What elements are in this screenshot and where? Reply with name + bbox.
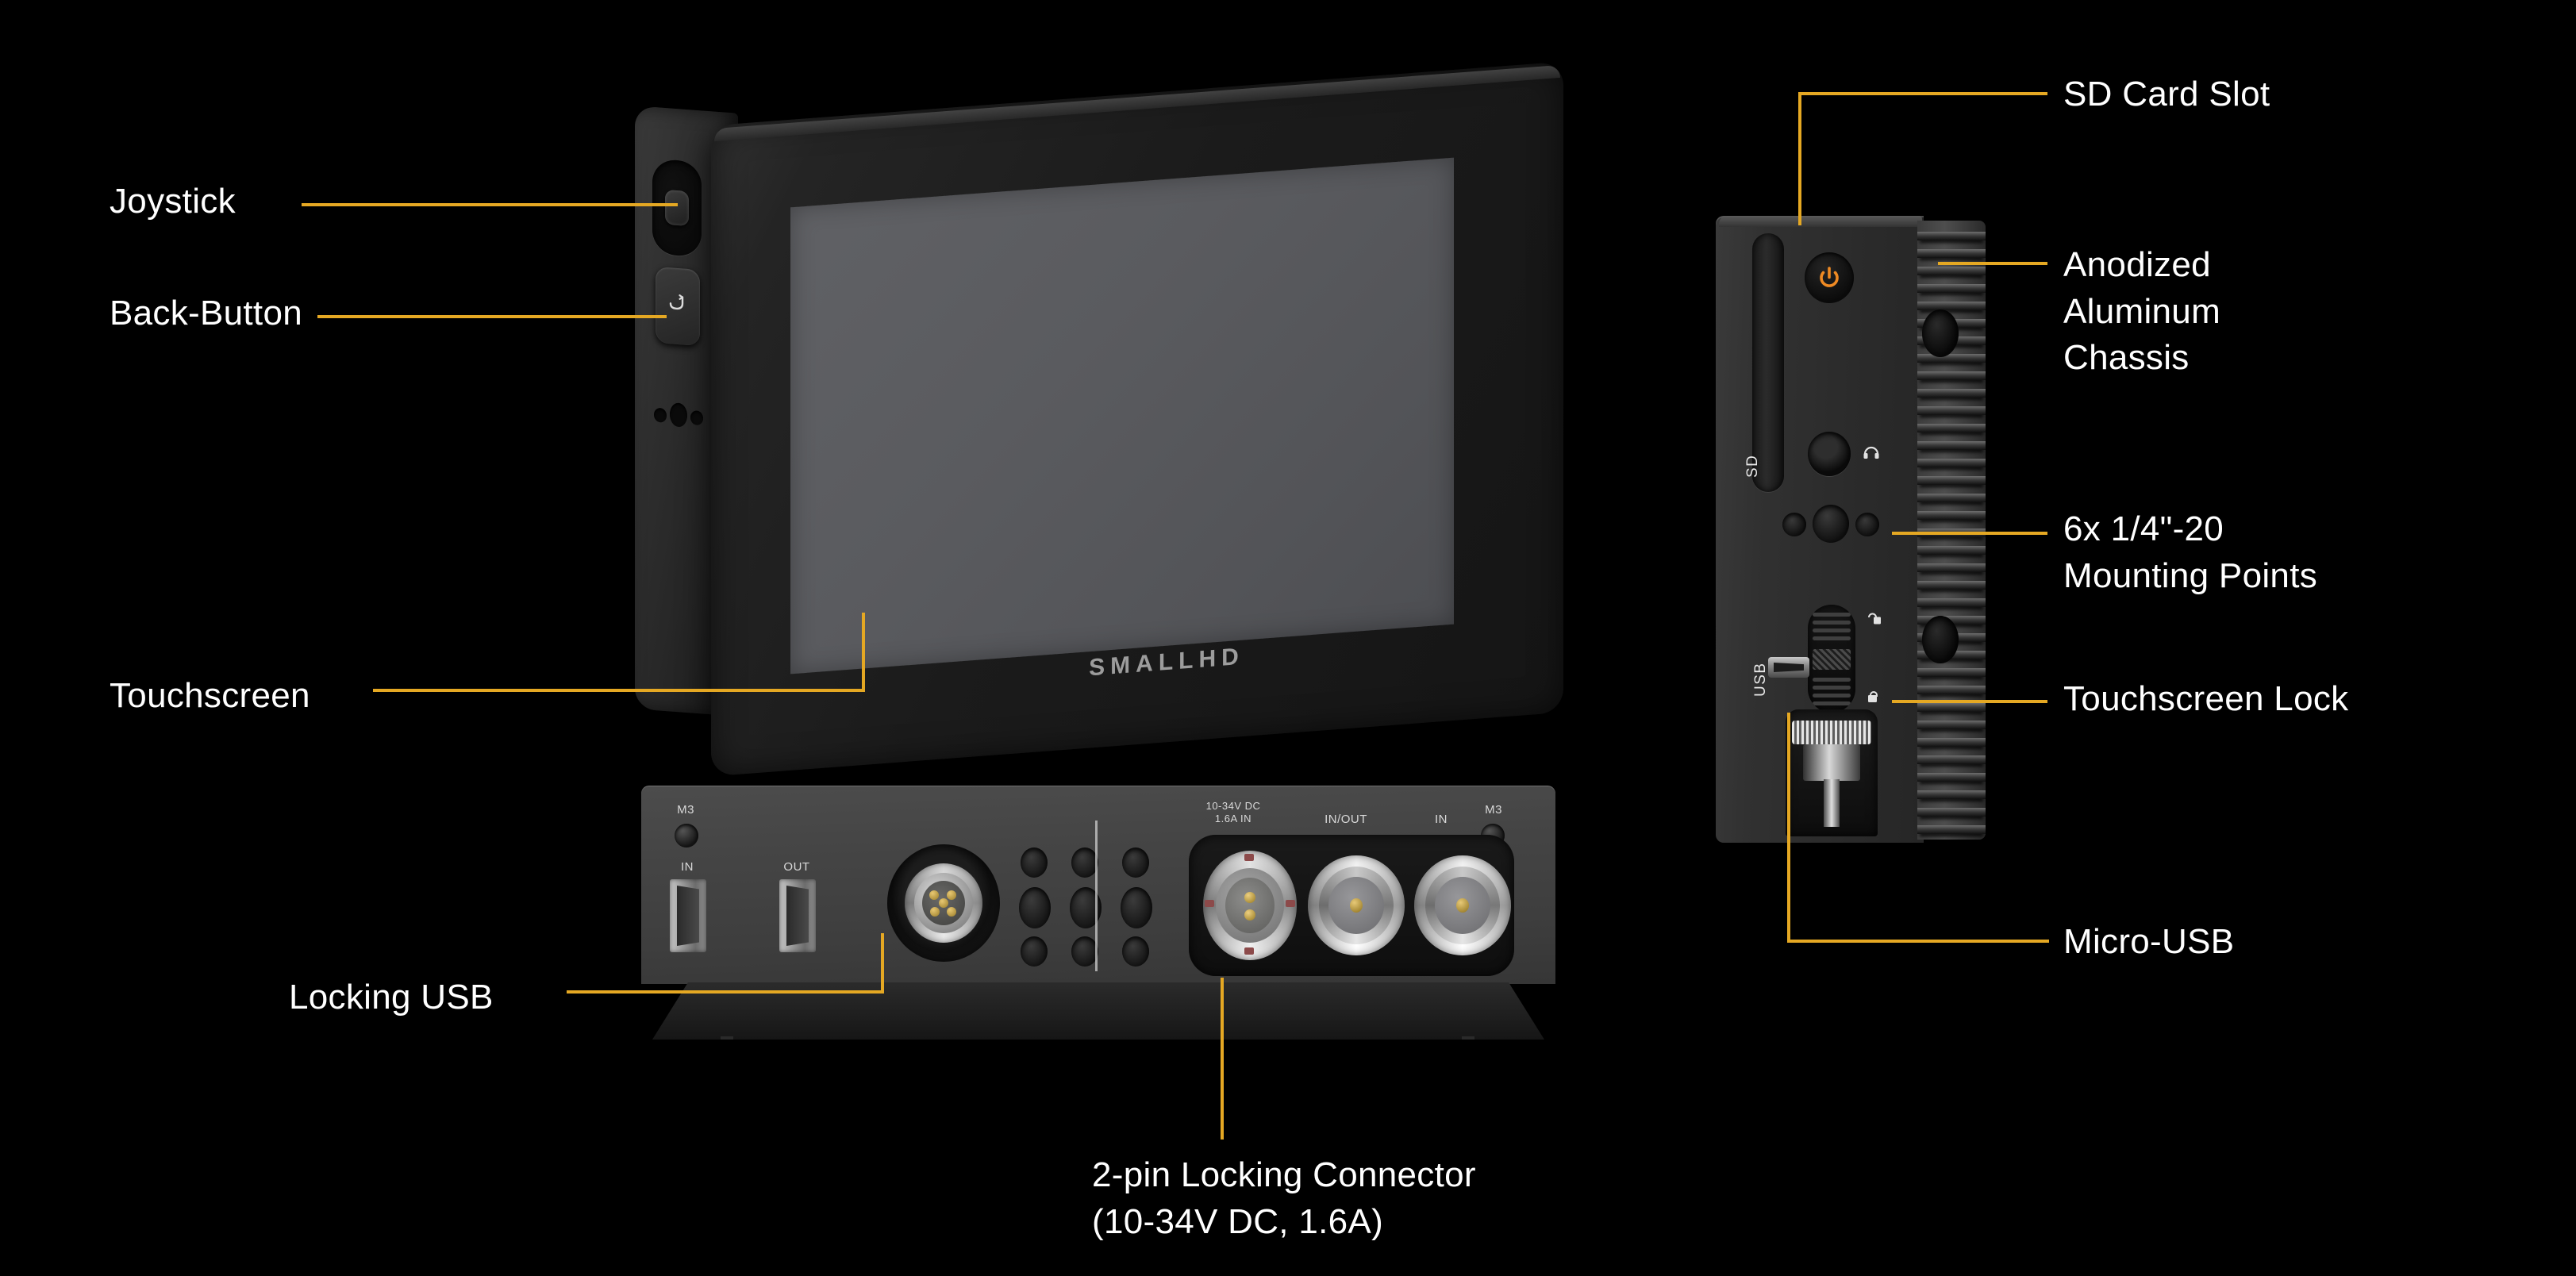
side-panel-top-edge bbox=[1719, 216, 1922, 227]
headphone-jack-icon bbox=[1862, 443, 1881, 464]
sdi-bnc-inout-port[interactable] bbox=[1308, 855, 1405, 955]
leader-line-mounting-points bbox=[1892, 532, 2047, 535]
leader-line-sd-card-slot-v bbox=[1798, 92, 1801, 225]
leader-line-power-connector bbox=[1221, 978, 1224, 1140]
callout-label-back-button: Back-Button bbox=[110, 294, 302, 332]
panel-divider-line bbox=[1095, 821, 1098, 971]
power-icon bbox=[1820, 267, 1839, 287]
callout-label-power-connector: 2-pin Locking Connector (10-34V DC, 1.6A… bbox=[1092, 1155, 1476, 1241]
locking-usb-connector[interactable] bbox=[887, 844, 1000, 962]
headphone-jack[interactable] bbox=[1808, 432, 1851, 476]
monitor-front-view: SMALLHD bbox=[635, 61, 1563, 777]
callout-label-anodized-chassis: Anodized Aluminum Chassis bbox=[2063, 245, 2221, 378]
sd-label: SD bbox=[1744, 454, 1761, 478]
lock-closed-icon bbox=[1865, 687, 1882, 709]
back-arrow-icon bbox=[669, 294, 684, 310]
locking-usb-core bbox=[922, 881, 965, 925]
leader-line-touchscreen-v bbox=[862, 613, 865, 692]
micro-usb-port[interactable] bbox=[1768, 657, 1809, 678]
leader-line-locking-usb-v bbox=[881, 933, 884, 994]
m3-label-left: M3 bbox=[677, 803, 694, 817]
microphone-holes bbox=[654, 400, 705, 431]
leader-line-back-button bbox=[317, 315, 667, 318]
callout-label-sd-card-slot: SD Card Slot bbox=[2063, 75, 2270, 113]
callout-label-touchscreen-lock: Touchscreen Lock bbox=[2063, 679, 2349, 718]
touchscreen-lock-slider[interactable] bbox=[1808, 605, 1855, 713]
callout-label-joystick: Joystick bbox=[110, 182, 236, 221]
power-button[interactable] bbox=[1805, 252, 1854, 303]
m3-label-right: M3 bbox=[1485, 803, 1502, 817]
joystick-button[interactable] bbox=[665, 189, 689, 227]
leader-line-micro-usb-h bbox=[1787, 940, 2049, 943]
monitor-io-panel-view: M3 IN OUT 10-34V DC 1.6A IN IN/OUT IN M3 bbox=[641, 786, 1555, 1040]
hdmi-in-label: IN bbox=[681, 860, 694, 874]
power-and-sdi-cluster bbox=[1189, 835, 1514, 976]
leader-line-anodized-chassis bbox=[1938, 262, 2047, 265]
io-panel-face: M3 IN OUT 10-34V DC 1.6A IN IN/OUT IN M3 bbox=[641, 786, 1555, 984]
lock-open-icon bbox=[1865, 609, 1882, 631]
leader-line-locking-usb-h bbox=[567, 990, 884, 994]
two-pin-locking-power-connector[interactable] bbox=[1203, 851, 1297, 960]
callout-label-touchscreen: Touchscreen bbox=[110, 676, 310, 715]
usb-label: USB bbox=[1752, 662, 1769, 697]
product-diagram: SMALLHD M3 IN OUT 10-34V DC 1.6A IN IN/O… bbox=[0, 0, 2576, 1276]
side-mounting-hole-top bbox=[1922, 309, 1959, 357]
callout-label-micro-usb: Micro-USB bbox=[2063, 922, 2235, 961]
leader-line-touchscreen-lock bbox=[1892, 700, 2047, 703]
sdi-inout-label: IN/OUT bbox=[1325, 813, 1367, 826]
touchscreen-display[interactable] bbox=[790, 157, 1454, 675]
callout-label-mounting-points: 6x 1/4"-20 Mounting Points bbox=[2063, 509, 2318, 595]
quarter-twenty-mounting-points bbox=[1782, 503, 1881, 544]
hdmi-out-label: OUT bbox=[783, 860, 810, 874]
thumbscrew-mount[interactable] bbox=[1786, 709, 1878, 836]
sdi-bnc-in-port[interactable] bbox=[1414, 855, 1511, 955]
leader-line-touchscreen-h bbox=[373, 689, 865, 692]
anodized-aluminum-heatsink-fins bbox=[1917, 221, 1986, 840]
hdmi-out-port[interactable] bbox=[779, 879, 816, 952]
leader-line-sd-card-slot-h bbox=[1970, 92, 2047, 95]
back-button[interactable] bbox=[656, 266, 700, 347]
sdi-in-label: IN bbox=[1435, 813, 1448, 826]
sd-card-slot[interactable] bbox=[1752, 233, 1784, 492]
power-input-label: 10-34V DC 1.6A IN bbox=[1205, 800, 1261, 825]
leader-line-joystick bbox=[302, 203, 678, 206]
monitor-side-view: SD USB bbox=[1716, 216, 1986, 859]
leader-line-micro-usb-v bbox=[1787, 713, 1790, 941]
side-mounting-hole-bottom bbox=[1922, 616, 1959, 663]
hdmi-in-port[interactable] bbox=[670, 879, 706, 952]
m3-screw-hole-left bbox=[675, 824, 698, 847]
leader-line-sd-card-slot-h2 bbox=[1798, 92, 1971, 95]
callout-label-locking-usb: Locking USB bbox=[289, 978, 494, 1017]
